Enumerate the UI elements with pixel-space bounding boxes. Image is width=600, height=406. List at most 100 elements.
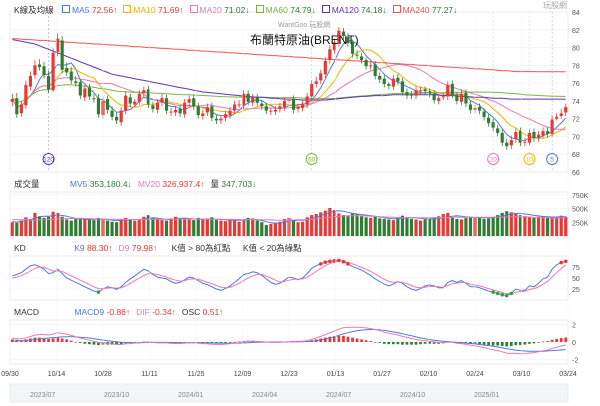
osc-bar — [342, 335, 345, 342]
candle-body — [450, 84, 454, 95]
candle-body — [169, 111, 173, 113]
ma-marker-label: 60 — [308, 157, 316, 164]
volume-bar — [60, 216, 64, 236]
kd-green-dot — [504, 293, 509, 298]
volume-bar — [228, 219, 232, 236]
price-tick-label: 76 — [572, 81, 580, 88]
candle-body — [301, 103, 305, 108]
candle-body — [28, 76, 33, 87]
legend-ma10: MA10 71.69↑ — [123, 5, 184, 15]
price-legend-label: K線及均線 — [14, 5, 54, 15]
navigator-label: 2023/10 — [104, 392, 129, 399]
osc-bar — [396, 342, 400, 345]
kd-tick-label: 75 — [572, 265, 580, 272]
candle-body — [228, 110, 232, 116]
volume-bar — [78, 217, 82, 236]
candle-body — [10, 99, 14, 102]
osc-bar — [78, 342, 82, 343]
osc-bar — [346, 336, 350, 342]
osc-bar — [478, 342, 481, 345]
osc-bar — [482, 342, 486, 345]
osc-bar — [337, 335, 341, 342]
candle-body — [51, 52, 55, 91]
volume-bar — [28, 219, 33, 236]
osc-bar — [414, 342, 418, 345]
osc-bar — [523, 342, 527, 345]
osc-bar — [369, 341, 373, 342]
osc-bar — [546, 341, 549, 342]
candle-body — [223, 114, 228, 118]
kd-note-green: K值 < 20為綠點 — [242, 243, 302, 253]
candle-body — [514, 132, 518, 140]
price-tick-label: 84 — [572, 10, 580, 17]
volume-bar — [545, 217, 550, 236]
candle-body — [555, 116, 559, 119]
candle-body — [92, 98, 96, 100]
volume-bar — [405, 217, 409, 236]
volume-legend-label: 成交量 — [14, 179, 40, 189]
chart-title: 布蘭特原油(BRENT) — [250, 33, 359, 47]
volume-bar — [373, 216, 377, 236]
x-tick-label: 02/24 — [466, 371, 484, 378]
osc-bar — [505, 342, 509, 347]
candle-body — [192, 98, 196, 107]
x-tick-label: 11/11 — [141, 371, 158, 378]
volume-bar — [255, 220, 259, 236]
price-tick-label: 66 — [572, 170, 580, 177]
price-tick-label: 80 — [572, 46, 580, 53]
vol-legend-量: 量 347,703↓ — [210, 179, 257, 189]
candle-body — [464, 92, 468, 104]
candle-body — [305, 96, 309, 105]
volume-bar — [110, 221, 114, 236]
kd-red-dot — [346, 262, 350, 266]
volume-bar — [541, 216, 545, 236]
x-tick-label: 03/10 — [513, 371, 531, 378]
osc-bar — [92, 342, 96, 345]
macd-tick-label: -2 — [572, 358, 578, 365]
candle-body — [219, 118, 223, 121]
x-tick-label: 01/13 — [327, 371, 345, 378]
osc-bar — [378, 342, 382, 343]
candle-body — [187, 99, 191, 103]
candle-body — [382, 78, 386, 84]
osc-bar — [65, 339, 69, 342]
price-tick-label: 78 — [572, 63, 580, 70]
osc-bar — [509, 342, 513, 346]
volume-bar — [196, 217, 200, 236]
candle-body — [269, 110, 273, 112]
kd-red-dot — [337, 258, 341, 263]
price-tick-label: 68 — [572, 152, 580, 159]
volume-bar — [369, 217, 373, 236]
osc-bar — [514, 342, 518, 346]
volume-bar — [223, 221, 228, 236]
candle-body — [201, 113, 205, 116]
volume-bar — [115, 222, 119, 236]
candle-body — [396, 77, 400, 82]
volume-bar — [164, 220, 169, 236]
candle-body — [196, 106, 200, 116]
volume-bar — [260, 222, 264, 236]
kd-legend-d9: D9 79.98↑ — [118, 243, 158, 253]
volume-bar — [187, 219, 191, 236]
osc-bar — [355, 338, 359, 342]
candle-body — [296, 107, 300, 109]
volume-bar — [346, 216, 350, 236]
volume-bar — [550, 217, 554, 236]
osc-bar — [423, 342, 427, 344]
candle-body — [423, 89, 427, 92]
osc-bar — [360, 339, 363, 342]
x-tick-label: 10/14 — [48, 371, 66, 378]
macd-legend-label: MACD — [14, 307, 40, 317]
candle-body — [328, 49, 332, 60]
candle-body — [124, 95, 128, 111]
candle-body — [314, 81, 318, 84]
osc-bar — [60, 338, 64, 342]
volume-bar — [246, 217, 250, 236]
volume-bar — [83, 218, 87, 236]
osc-bar — [532, 342, 536, 344]
candle-body — [37, 64, 42, 68]
volume-bar — [409, 218, 414, 236]
candle-body — [369, 65, 373, 67]
volume-bar — [387, 219, 391, 236]
candle-body — [273, 109, 277, 112]
